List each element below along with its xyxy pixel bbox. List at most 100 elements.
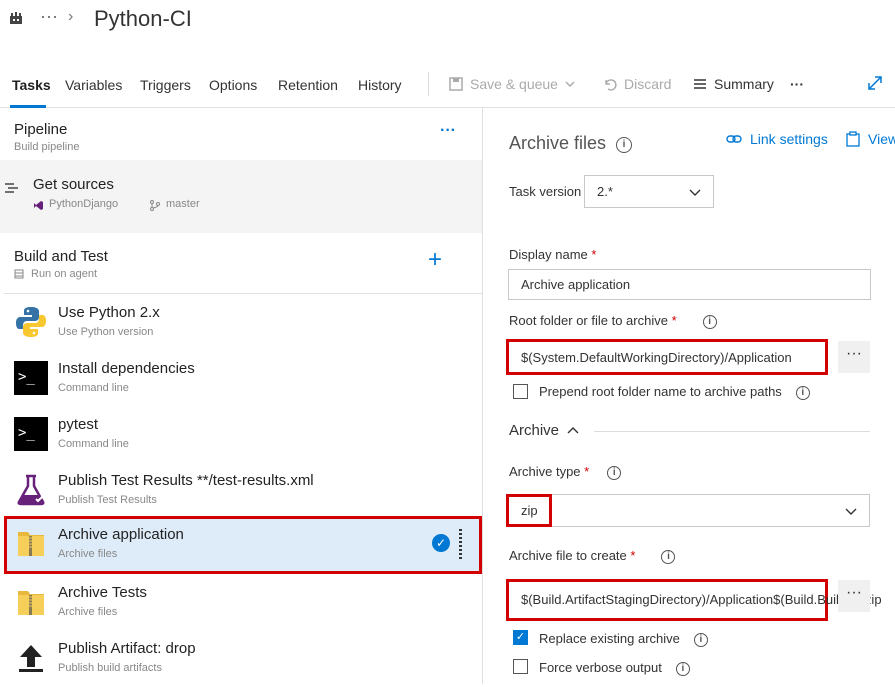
phase-build-and-test[interactable]: Build and Test Run on agent + (4, 236, 482, 294)
phase-subtitle: Run on agent (31, 268, 98, 280)
task-subtitle: Use Python version (58, 326, 154, 338)
task-item-publish-test-results[interactable]: Publish Test Results **/test-results.xml… (4, 463, 482, 519)
chevron-down-icon (845, 508, 857, 515)
task-name: Publish Test Results **/test-results.xml (58, 472, 314, 489)
tab-triggers[interactable]: Triggers (140, 77, 191, 93)
command-line-icon: >_ (14, 361, 48, 395)
link-settings-button[interactable]: Link settings (726, 131, 828, 147)
list-icon (694, 79, 706, 89)
save-queue-label: Save & queue (470, 76, 558, 92)
python-icon (14, 305, 48, 339)
clipboard-icon (846, 131, 860, 147)
pipeline-panel: Pipeline Build pipeline ··· Get sources … (0, 108, 483, 684)
summary-button[interactable]: Summary (692, 76, 774, 92)
root-folder-browse-button[interactable]: ··· (838, 341, 870, 373)
branch-name: master (166, 198, 200, 210)
chevron-up-icon (567, 426, 579, 433)
get-sources-item[interactable]: Get sources PythonDjango master (0, 160, 482, 233)
info-icon[interactable]: i (616, 137, 632, 153)
toolbar-divider (428, 72, 429, 96)
project-logo-icon[interactable] (8, 10, 24, 31)
archive-file-input[interactable]: $(Build.ArtifactStagingDirectory)/Applic… (506, 579, 882, 621)
zip-folder-icon (14, 526, 48, 560)
link-settings-label: Link settings (750, 131, 828, 147)
task-item-archive-tests[interactable]: Archive Tests Archive files (4, 575, 482, 631)
archive-section-title: Archive (509, 422, 560, 439)
replace-archive-label: Replace existing archive i (539, 631, 708, 647)
view-label: View (868, 131, 895, 147)
detail-title: Archive files (509, 133, 607, 153)
pipeline-title: Pipeline (14, 121, 68, 138)
archive-file-browse-button[interactable]: ··· (838, 580, 870, 612)
drag-handle-icon[interactable] (459, 529, 467, 559)
tab-options[interactable]: Options (209, 77, 257, 93)
agent-icon (14, 269, 24, 279)
archive-type-select[interactable] (508, 494, 870, 527)
upload-icon (14, 641, 48, 675)
task-name: Use Python 2.x (58, 304, 160, 321)
archive-type-label: Archive type * i (509, 464, 622, 480)
breadcrumb-more-button[interactable]: ··· (40, 6, 58, 27)
info-icon[interactable]: i (702, 314, 717, 329)
root-folder-label: Root folder or file to archive * i (509, 313, 717, 329)
task-item-archive-application[interactable]: Archive application Archive files ✓ (4, 516, 482, 574)
prepend-label: Prepend root folder name to archive path… (539, 384, 810, 400)
replace-archive-checkbox[interactable]: ✓ (513, 630, 528, 645)
pipeline-header[interactable]: Pipeline Build pipeline ··· (0, 108, 482, 160)
tab-tasks[interactable]: Tasks (12, 77, 51, 93)
toolbar-more-button[interactable]: ··· (790, 76, 804, 92)
task-subtitle: Publish build artifacts (58, 662, 162, 674)
vs-icon (34, 201, 43, 210)
undo-icon (605, 79, 617, 91)
prepend-checkbox[interactable] (513, 384, 528, 399)
root-folder-input[interactable]: $(System.DefaultWorkingDirectory)/Applic… (506, 339, 828, 375)
task-name: Install dependencies (58, 360, 195, 377)
task-detail-panel: Archive files i Link settings View Task … (484, 108, 895, 684)
save-icon (449, 77, 463, 91)
repo-name: PythonDjango (49, 198, 119, 210)
save-queue-button[interactable]: Save & queue (448, 76, 576, 92)
tab-history[interactable]: History (358, 77, 402, 93)
task-item-install-dependencies[interactable]: >_ Install dependencies Command line (4, 351, 482, 407)
breadcrumb-chevron-icon: › (68, 8, 74, 25)
display-name-label: Display name * (509, 247, 597, 262)
task-name: Archive application (58, 526, 184, 543)
task-item-use-python[interactable]: Use Python 2.x Use Python version (4, 295, 482, 351)
archive-file-label: Archive file to create * i (509, 548, 676, 564)
display-name-input[interactable]: Archive application (508, 269, 871, 300)
archive-type-value[interactable]: zip (506, 494, 552, 527)
info-icon[interactable]: i (675, 661, 690, 676)
task-item-publish-artifact[interactable]: Publish Artifact: drop Publish build art… (4, 631, 482, 687)
archive-section-header[interactable]: Archive (509, 422, 579, 439)
task-subtitle: Publish Test Results (58, 494, 157, 506)
add-task-button[interactable]: + (428, 246, 442, 274)
task-subtitle: Command line (58, 382, 129, 394)
chevron-down-icon (689, 189, 701, 196)
task-version-value: 2.* (597, 184, 613, 199)
task-enabled-check-icon: ✓ (432, 534, 450, 552)
view-yaml-button[interactable]: View (846, 131, 895, 147)
info-icon[interactable]: i (661, 549, 676, 564)
task-name: Archive Tests (58, 584, 147, 601)
link-icon (726, 135, 742, 143)
task-subtitle: Archive files (58, 548, 118, 560)
discard-button[interactable]: Discard (602, 76, 671, 92)
tab-retention[interactable]: Retention (278, 77, 338, 93)
info-icon[interactable]: i (607, 465, 622, 480)
task-item-pytest[interactable]: >_ pytest Command line (4, 407, 482, 463)
task-version-label: Task version (509, 184, 582, 199)
discard-label: Discard (624, 76, 672, 92)
phase-title: Build and Test (14, 248, 108, 265)
verbose-checkbox[interactable] (513, 659, 528, 674)
pipeline-more-button[interactable]: ··· (440, 122, 456, 140)
info-icon[interactable]: i (795, 385, 810, 400)
task-name: pytest (58, 416, 99, 433)
zip-folder-icon (14, 585, 48, 619)
info-icon[interactable]: i (693, 632, 708, 647)
verbose-label: Force verbose output i (539, 660, 690, 676)
task-subtitle: Archive files (58, 606, 118, 618)
section-divider (594, 431, 870, 432)
expand-icon[interactable] (866, 74, 884, 97)
tab-variables[interactable]: Variables (65, 77, 122, 93)
task-version-select[interactable]: 2.* (584, 175, 714, 208)
